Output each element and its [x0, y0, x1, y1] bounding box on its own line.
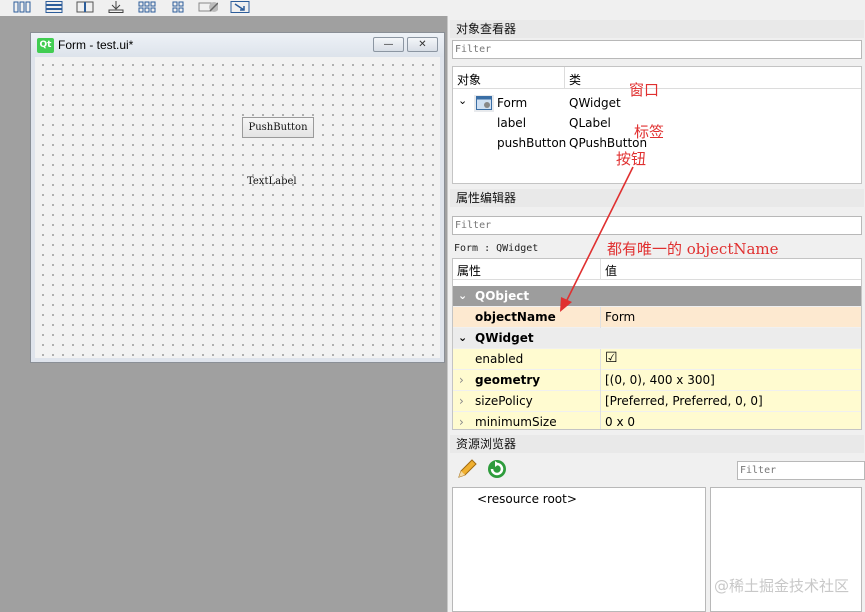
watermark: @稀土掘金技术社区	[713, 577, 849, 595]
annotation-arrow-line	[565, 166, 634, 303]
annotation-arrow	[560, 166, 634, 312]
annotation-arrow-head	[560, 297, 572, 312]
